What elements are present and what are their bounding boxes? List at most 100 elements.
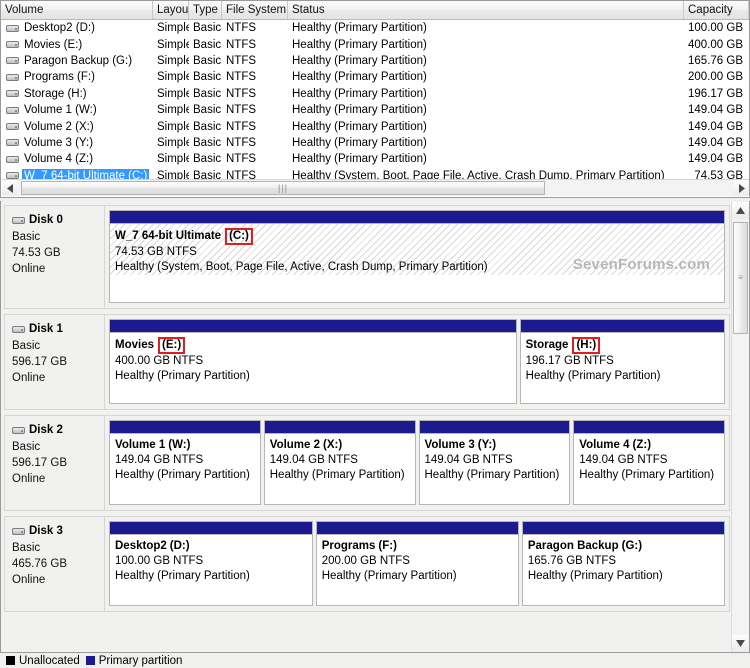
disk-partitions-3: Desktop2 (D:) 100.00 GB NTFS Healthy (Prima…: [105, 517, 729, 611]
hscroll-track[interactable]: |||: [19, 180, 733, 196]
cell-fs: NTFS: [226, 22, 257, 35]
partition-size: 149.04 GB NTFS: [269, 454, 358, 466]
cell-layout: Simple: [157, 38, 189, 51]
disk-title: Disk 3: [12, 523, 104, 539]
disk-row-0[interactable]: Disk 0 Basic 74.53 GB Online W_7 64-bit Ulti…: [4, 205, 730, 309]
scroll-left-arrow-icon[interactable]: [2, 180, 19, 196]
cell-capacity: 165.76 GB: [688, 54, 743, 67]
cell-capacity: 149.04 GB: [688, 153, 743, 166]
legend-label: Unallocated: [19, 654, 80, 667]
volume-label: Volume 4 (Z:): [24, 153, 94, 166]
partition-name-text: Volume 3: [424, 439, 475, 451]
partition-block[interactable]: Volume 4 (Z:) 149.04 GB NTFS Healthy (Prima…: [573, 420, 725, 505]
disk-row-3[interactable]: Disk 3 Basic 465.76 GB Online Desktop2 (D:) 10…: [4, 516, 730, 612]
scroll-up-arrow-icon[interactable]: [732, 202, 749, 219]
disk-info-3[interactable]: Disk 3 Basic 465.76 GB Online: [5, 517, 105, 611]
disk-management-window: Volume Layout Type File System Status Capacit…: [0, 0, 750, 668]
volume-row[interactable]: Programs (F:) Simple Basic NTFS Healthy (Pri…: [1, 69, 749, 85]
graphical-disk-pane[interactable]: Disk 0 Basic 74.53 GB Online W_7 64-bit Ulti…: [0, 201, 750, 653]
partition-name-text: Paragon Backup: [527, 540, 619, 552]
partition-capacity-bar: [264, 421, 415, 434]
column-header-volume[interactable]: Volume: [1, 1, 153, 19]
partition-block[interactable]: Desktop2 (D:) 100.00 GB NTFS Healthy (Prima…: [109, 521, 313, 606]
cell-volume: Volume 2 (X:): [1, 120, 153, 134]
partition-body: Volume 4 (Z:) 149.04 GB NTFS Healthy (Prima…: [574, 434, 724, 483]
disk-size: 465.76 GB: [12, 558, 67, 570]
disk-partitions-1: Movies (E:) 400.00 GB NTFS Healthy (Primary…: [105, 315, 729, 409]
disk-info-1[interactable]: Disk 1 Basic 596.17 GB Online: [5, 315, 105, 409]
cell-fs: NTFS: [226, 38, 257, 51]
column-header-status[interactable]: Status: [288, 1, 684, 19]
volume-row[interactable]: Storage (H:) Simple Basic NTFS Healthy (Prim…: [1, 86, 749, 102]
scroll-down-arrow-icon[interactable]: [732, 635, 749, 652]
partition-name-text: Volume 1: [115, 439, 166, 451]
partition-block[interactable]: Movies (E:) 400.00 GB NTFS Healthy (Primary…: [109, 319, 517, 404]
cell-fs: NTFS: [226, 120, 257, 133]
volume-row[interactable]: Desktop2 (D:) Simple Basic NTFS Healthy (Pri…: [1, 20, 749, 36]
partition-body: Movies (E:) 400.00 GB NTFS Healthy (Primary…: [110, 333, 516, 384]
cell-type: Basic: [193, 22, 222, 35]
partition-block[interactable]: Volume 2 (X:) 149.04 GB NTFS Healthy (Prima…: [263, 420, 416, 505]
cell-capacity: 200.00 GB: [688, 71, 743, 84]
partition-body: Volume 2 (X:) 149.04 GB NTFS Healthy (Prima…: [265, 434, 415, 483]
partition-status: Healthy (Primary Partition): [424, 469, 560, 481]
disk-size: 74.53 GB: [12, 247, 61, 259]
volume-list-horizontal-scrollbar[interactable]: |||: [2, 179, 749, 196]
partition-status: Healthy (Primary Partition): [269, 469, 405, 481]
disk-row-2[interactable]: Disk 2 Basic 596.17 GB Online Volume 1 (W:) 14…: [4, 415, 730, 511]
partition-letter: (X:): [323, 439, 343, 451]
scroll-right-arrow-icon[interactable]: [733, 180, 749, 196]
partition-block[interactable]: Volume 3 (Y:) 149.04 GB NTFS Healthy (Prima…: [418, 420, 571, 505]
partition-status: Healthy (Primary Partition): [527, 570, 663, 582]
partition-block[interactable]: Storage (H:) 196.17 GB NTFS Healthy (Primar…: [519, 319, 725, 404]
partition-block[interactable]: W_7 64-bit Ultimate (C:) 74.53 GB NTFS Heal…: [109, 210, 725, 303]
volume-label: Volume 3 (Y:): [24, 136, 94, 149]
volume-row[interactable]: Volume 4 (Z:) Simple Basic NTFS Healthy (Pri…: [1, 151, 749, 167]
cell-capacity: 149.04 GB: [688, 136, 743, 149]
partition-size: 149.04 GB NTFS: [115, 454, 204, 466]
disk-row-1[interactable]: Disk 1 Basic 596.17 GB Online Movies (E:) 400.…: [4, 314, 730, 410]
volume-label: Movies (E:): [24, 38, 83, 51]
cell-capacity: 196.17 GB: [688, 87, 743, 100]
disk-partitions-2: Volume 1 (W:) 149.04 GB NTFS Healthy (Prima…: [105, 416, 729, 510]
legend-swatch-icon: [85, 656, 95, 665]
partition-block[interactable]: Volume 1 (W:) 149.04 GB NTFS Healthy (Prima…: [109, 420, 261, 505]
disk-icon: [12, 426, 25, 435]
disk-icon: [12, 216, 25, 225]
partition-block[interactable]: Programs (F:) 200.00 GB NTFS Healthy (Prima…: [315, 521, 519, 606]
column-header-type[interactable]: Type: [189, 1, 222, 19]
cell-volume: Paragon Backup (G:): [1, 54, 153, 68]
volume-label: Volume 1 (W:): [24, 104, 97, 117]
partition-capacity-bar: [110, 320, 516, 333]
volume-row[interactable]: Paragon Backup (G:) Simple Basic NTFS Health…: [1, 53, 749, 69]
column-header-layout[interactable]: Layout: [153, 1, 189, 19]
disk-info-0[interactable]: Disk 0 Basic 74.53 GB Online: [5, 206, 105, 308]
partition-letter: (Y:): [477, 439, 497, 451]
cell-status: Healthy (Primary Partition): [292, 87, 427, 100]
volume-row[interactable]: Volume 1 (W:) Simple Basic NTFS Healthy (Pri…: [1, 102, 749, 118]
cell-type: Basic: [193, 87, 222, 100]
vscroll-thumb[interactable]: ≡: [733, 222, 748, 334]
partition-body: Storage (H:) 196.17 GB NTFS Healthy (Primar…: [521, 333, 724, 384]
partition-name: Volume 4 (Z:): [579, 438, 719, 453]
cell-type: Basic: [193, 120, 222, 133]
partition-name-text: Storage: [525, 339, 569, 351]
volume-row[interactable]: Volume 3 (Y:) Simple Basic NTFS Healthy (Pri…: [1, 135, 749, 151]
volume-list-body[interactable]: Desktop2 (D:) Simple Basic NTFS Healthy (Pri…: [1, 20, 749, 184]
legend-label: Primary partition: [98, 654, 183, 667]
disk-name: Disk 3: [29, 525, 63, 537]
column-header-capacity[interactable]: Capacity: [684, 1, 749, 19]
disk-info-2[interactable]: Disk 2 Basic 596.17 GB Online: [5, 416, 105, 510]
column-header-fs[interactable]: File System: [222, 1, 288, 19]
disk-pane-vertical-scrollbar[interactable]: ≡: [731, 202, 749, 652]
partition-size: 165.76 GB NTFS: [527, 555, 617, 567]
volume-row[interactable]: Movies (E:) Simple Basic NTFS Healthy (Prima…: [1, 36, 749, 52]
volume-label: Desktop2 (D:): [24, 22, 95, 35]
hscroll-thumb[interactable]: |||: [21, 181, 545, 195]
partition-capacity-bar: [520, 320, 724, 333]
partition-block[interactable]: Paragon Backup (G:) 165.76 GB NTFS Healthy …: [521, 521, 725, 606]
volume-row[interactable]: Volume 2 (X:) Simple Basic NTFS Healthy (Pri…: [1, 118, 749, 134]
partition-letter: (Z:): [632, 439, 652, 451]
disk-name: Disk 0: [29, 214, 63, 226]
partition-capacity-bar: [419, 421, 570, 434]
